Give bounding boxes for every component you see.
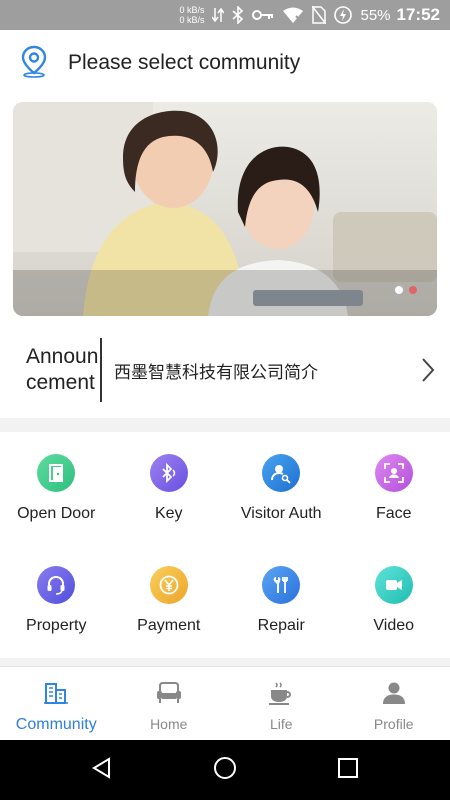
face-scan-icon xyxy=(374,454,413,492)
tab-life[interactable]: Life xyxy=(225,667,338,740)
door-icon xyxy=(37,454,76,492)
carousel-dots xyxy=(395,286,417,294)
page-title: Please select community xyxy=(68,51,301,74)
video-button[interactable]: Video xyxy=(338,544,450,658)
back-button[interactable] xyxy=(72,740,132,800)
visitor-auth-button[interactable]: Visitor Auth xyxy=(225,432,338,544)
recents-button[interactable] xyxy=(318,740,378,800)
tab-home[interactable]: Home xyxy=(113,667,226,740)
building-icon xyxy=(43,681,69,710)
vpn-key-icon xyxy=(252,9,274,21)
back-triangle-icon xyxy=(91,756,113,784)
carousel-dot-active[interactable] xyxy=(409,286,417,294)
clock: 17:52 xyxy=(396,5,440,24)
wifi-icon xyxy=(282,7,304,23)
tab-home-label: Home xyxy=(150,716,188,732)
location-pin-icon xyxy=(18,44,50,83)
bluetooth-status-icon xyxy=(232,6,244,24)
data-transfer-icon xyxy=(212,7,225,23)
repair-button[interactable]: Repair xyxy=(225,544,338,658)
download-speed: 0 kB/s xyxy=(179,15,205,25)
property-button[interactable]: Property xyxy=(0,544,113,658)
announcement-divider xyxy=(100,338,102,402)
wrench-icon xyxy=(262,566,301,604)
face-button[interactable]: Face xyxy=(338,432,450,544)
home-circle-icon xyxy=(213,756,237,785)
no-sim-icon xyxy=(312,6,327,24)
visitor-auth-label: Visitor Auth xyxy=(240,505,322,522)
battery-percent: 55% xyxy=(360,6,391,24)
tab-life-label: Life xyxy=(269,716,293,732)
headset-icon xyxy=(37,566,76,604)
upload-speed: 0 kB/s xyxy=(179,5,205,15)
property-label: Property xyxy=(26,617,87,634)
video-camera-icon xyxy=(374,566,413,604)
video-label: Video xyxy=(373,617,415,634)
announcement-text: 西墨智慧科技有限公司简介 xyxy=(114,362,318,382)
status-bar: 0 kB/s 0 kB/s 55% 17:52 xyxy=(0,0,450,30)
bottom-tab-bar: Community Home Life Profile xyxy=(0,666,450,740)
tab-profile[interactable]: Profile xyxy=(338,667,450,740)
announcement-bar[interactable]: Announcement 西墨智慧科技有限公司简介 xyxy=(0,322,450,418)
face-label: Face xyxy=(375,505,412,522)
service-grid: Open Door Key Visitor Auth Face Property… xyxy=(0,432,450,658)
recents-square-icon xyxy=(337,757,359,784)
banner-carousel[interactable] xyxy=(0,96,450,322)
community-selector[interactable]: Please select community xyxy=(0,30,450,96)
banner-image xyxy=(13,102,437,316)
person-icon xyxy=(381,681,407,710)
payment-label: Payment xyxy=(137,617,201,634)
system-nav-bar xyxy=(0,740,450,800)
open-door-label: Open Door xyxy=(17,505,96,522)
bluetooth-icon xyxy=(149,454,188,492)
carousel-dot[interactable] xyxy=(395,286,403,294)
payment-button[interactable]: Payment xyxy=(113,544,226,658)
key-button[interactable]: Key xyxy=(113,432,226,544)
yen-icon xyxy=(149,566,188,604)
home-button[interactable] xyxy=(195,740,255,800)
open-door-button[interactable]: Open Door xyxy=(0,432,113,544)
key-label: Key xyxy=(154,505,183,522)
tab-profile-label: Profile xyxy=(373,716,414,732)
repair-label: Repair xyxy=(257,617,305,634)
coffee-cup-icon xyxy=(267,681,295,710)
tab-community[interactable]: Community xyxy=(0,667,113,740)
tab-community-label: Community xyxy=(15,716,97,733)
network-speed: 0 kB/s 0 kB/s xyxy=(179,5,204,25)
announcement-label: Announcement xyxy=(26,345,99,394)
battery-icon xyxy=(334,6,353,24)
chevron-right-icon xyxy=(406,357,450,383)
visitor-key-icon xyxy=(262,454,301,492)
sofa-icon xyxy=(155,681,183,710)
